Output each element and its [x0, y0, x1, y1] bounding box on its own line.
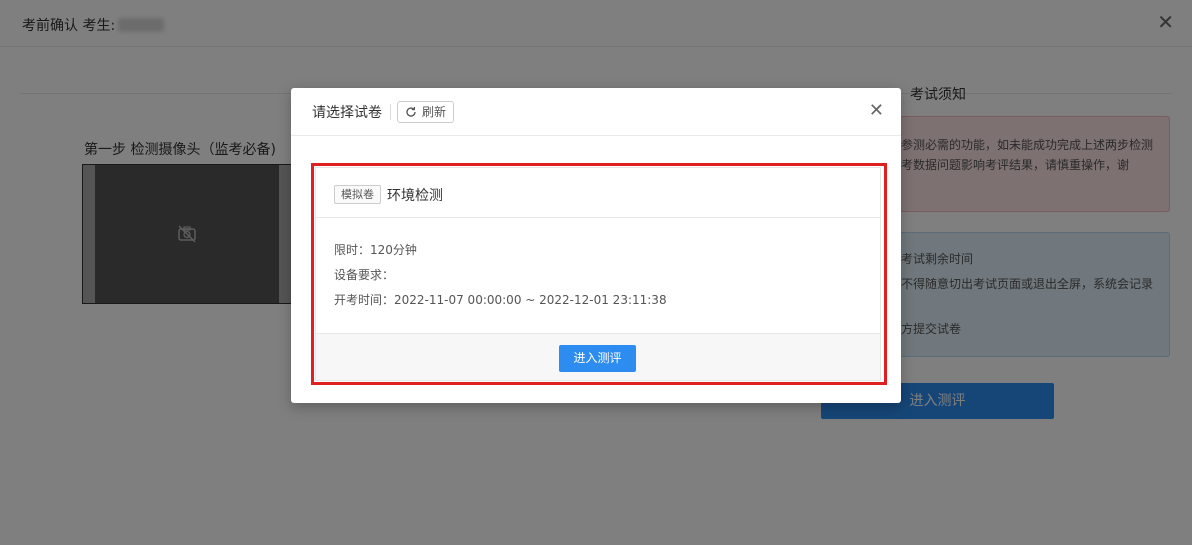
refresh-button[interactable]: 刷新: [397, 101, 455, 123]
header-divider: [390, 104, 391, 120]
modal-close-icon[interactable]: ✕: [869, 101, 884, 121]
modal-title: 请选择试卷: [312, 105, 382, 121]
refresh-icon: [406, 106, 416, 117]
modal-header: 请选择试卷 刷新 ✕: [291, 88, 901, 136]
select-paper-modal: 请选择试卷 刷新 ✕ 模拟卷 环境检测 限时：120分钟 设备要求： 开考时间：…: [291, 88, 901, 403]
refresh-label: 刷新: [422, 105, 447, 119]
highlight-annotation-box: [311, 163, 887, 385]
